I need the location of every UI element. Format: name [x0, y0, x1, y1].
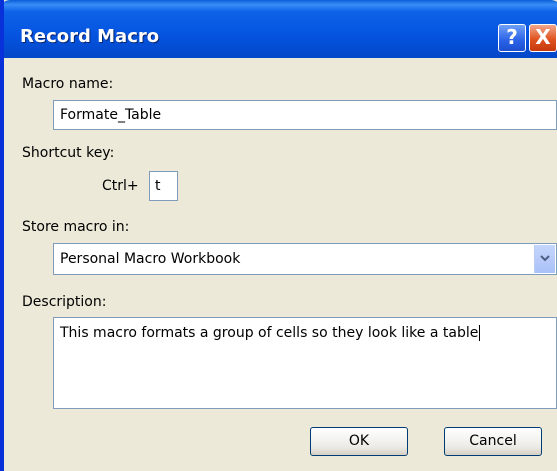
ctrl-prefix-label: Ctrl+ — [102, 178, 139, 194]
text-cursor — [479, 325, 481, 341]
dialog-title: Record Macro — [20, 26, 160, 47]
description-textarea[interactable]: This macro formats a group of cells so t… — [53, 317, 557, 409]
ok-button[interactable]: OK — [310, 427, 408, 456]
close-button[interactable]: X — [529, 24, 557, 52]
shortcut-key-input[interactable]: t — [149, 171, 178, 201]
description-label: Description: — [22, 294, 107, 310]
description-text: This macro formats a group of cells so t… — [60, 325, 479, 341]
shortcut-key-label: Shortcut key: — [22, 145, 115, 161]
store-macro-value: Personal Macro Workbook — [60, 251, 241, 267]
title-bar[interactable]: Record Macro ? X — [4, 0, 557, 58]
cancel-button[interactable]: Cancel — [444, 427, 542, 456]
macro-name-input[interactable]: Formate_Table — [53, 100, 557, 130]
store-macro-label: Store macro in: — [22, 219, 130, 235]
dropdown-button[interactable] — [534, 245, 555, 273]
help-button[interactable]: ? — [498, 24, 526, 52]
record-macro-dialog: Record Macro ? X Macro name: Formate_Tab… — [0, 0, 557, 471]
macro-name-label: Macro name: — [22, 76, 114, 92]
store-macro-select[interactable]: Personal Macro Workbook — [53, 243, 557, 275]
chevron-down-icon — [540, 255, 550, 262]
